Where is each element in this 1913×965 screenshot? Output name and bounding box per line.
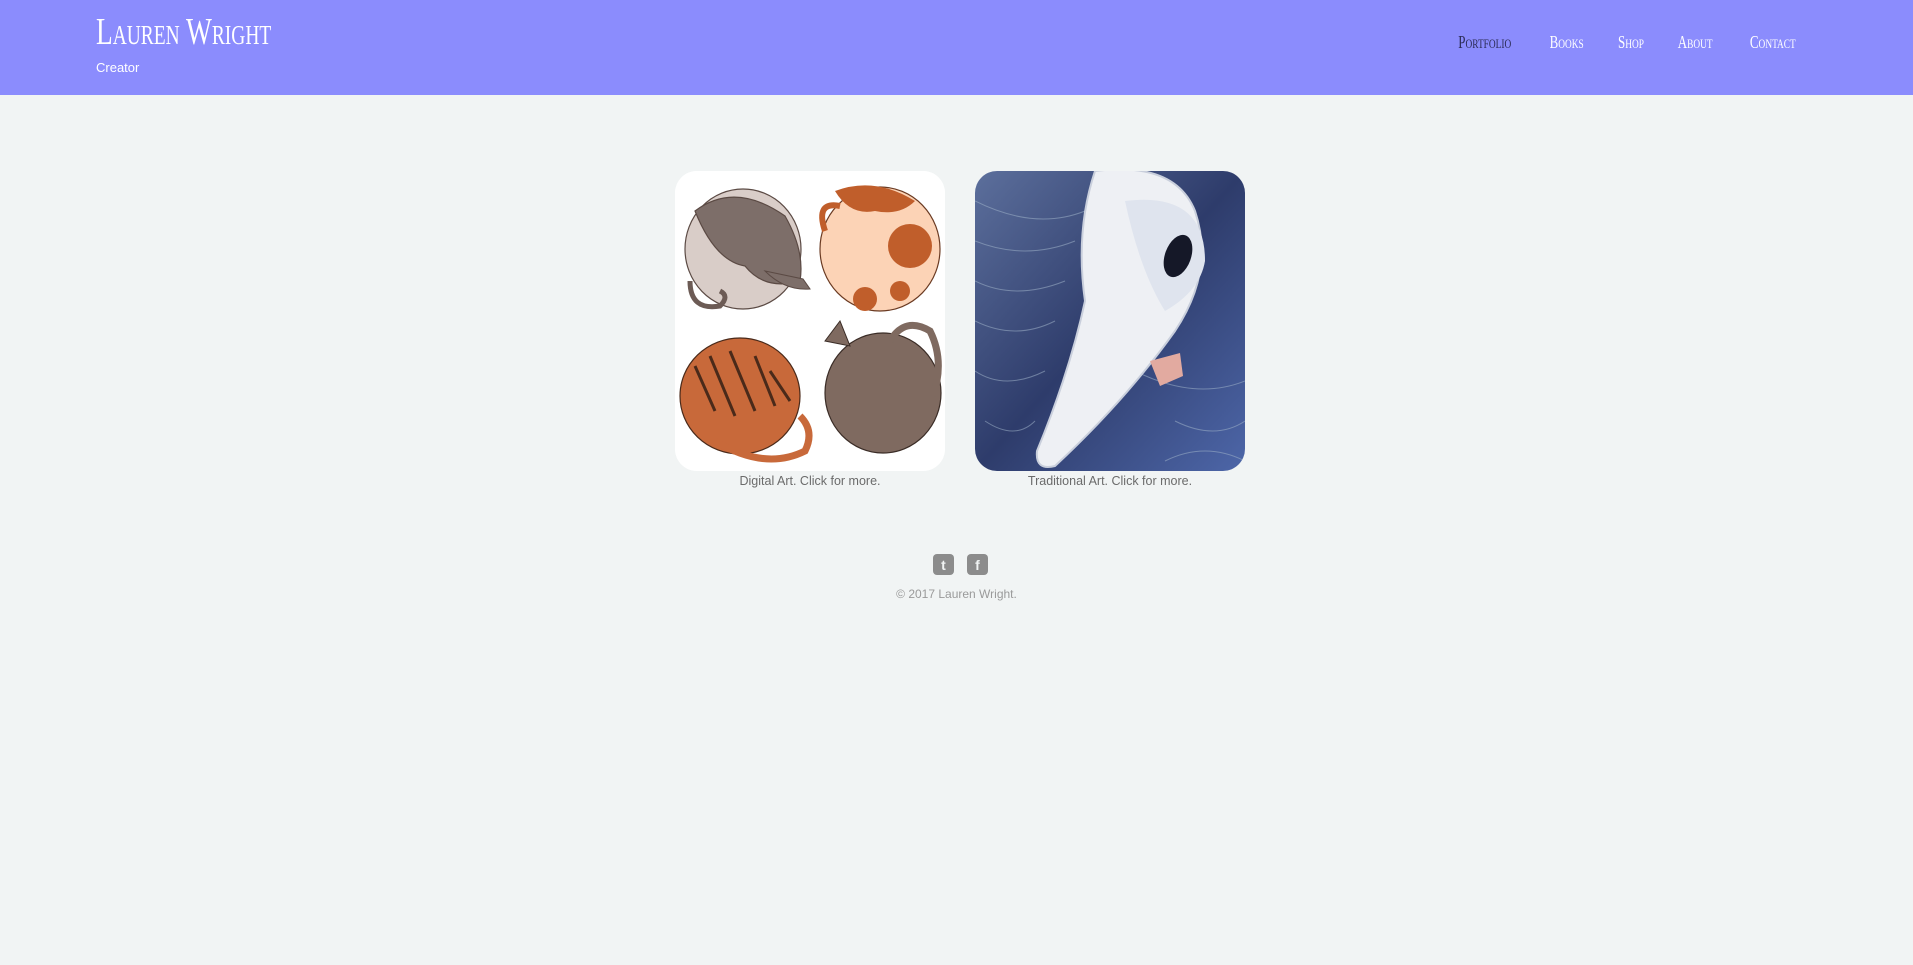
- main-nav: Portfolio Books Shop About Contact: [1426, 32, 1805, 53]
- site-tagline: Creator: [96, 60, 140, 75]
- portfolio-gallery: Digital Art. Click for more. Traditional…: [675, 171, 1245, 491]
- copyright-text: © 2017 Lauren Wright.: [896, 587, 1017, 601]
- gallery-card-digital-art[interactable]: Digital Art. Click for more.: [675, 171, 945, 488]
- site-header: Lauren Wright Creator Portfolio Books Sh…: [0, 0, 1913, 95]
- nav-item-portfolio[interactable]: Portfolio: [1458, 32, 1511, 53]
- calico-cat-illustration: [819, 185, 941, 312]
- traditional-art-caption[interactable]: Traditional Art. Click for more.: [975, 474, 1245, 488]
- nav-item-about[interactable]: About: [1678, 32, 1713, 53]
- nav-item-shop[interactable]: Shop: [1618, 32, 1644, 53]
- plague-mask-drawing: [975, 171, 1245, 471]
- facebook-icon[interactable]: f: [967, 554, 988, 575]
- digital-art-caption[interactable]: Digital Art. Click for more.: [675, 474, 945, 488]
- traditional-art-thumbnail[interactable]: [975, 171, 1245, 471]
- social-links: t f: [933, 554, 988, 575]
- nav-item-books[interactable]: Books: [1550, 32, 1584, 53]
- digital-art-thumbnail[interactable]: [675, 171, 945, 471]
- twitter-icon[interactable]: t: [933, 554, 954, 575]
- sleeping-cats-illustration: [675, 171, 945, 471]
- gallery-card-traditional-art[interactable]: Traditional Art. Click for more.: [975, 171, 1245, 488]
- site-title[interactable]: Lauren Wright: [96, 10, 271, 54]
- nav-item-contact[interactable]: Contact: [1750, 32, 1796, 53]
